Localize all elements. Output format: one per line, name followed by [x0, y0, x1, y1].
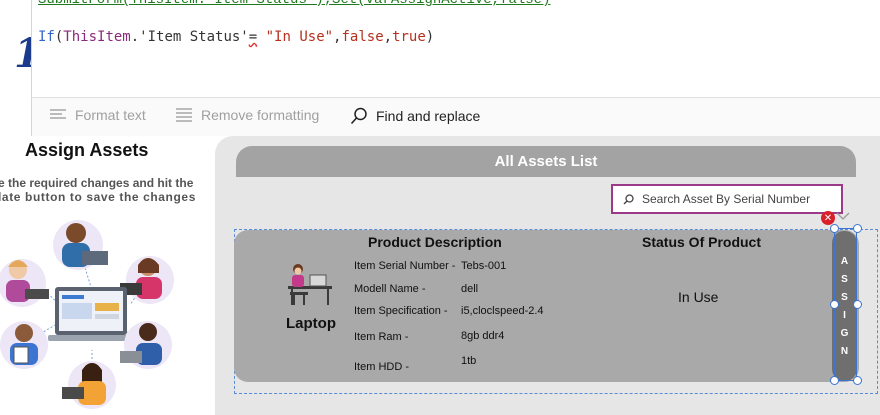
- team-illustration: [0, 220, 174, 409]
- status-value: In Use: [678, 289, 719, 305]
- formula-previous-line: SubmitForm(ThisItem.'Item Status');Set(v…: [38, 0, 551, 8]
- app-root: 1 SubmitForm(ThisItem.'Item Status');Set…: [0, 0, 880, 415]
- product-description-header: Product Description: [368, 234, 502, 250]
- formula-editor[interactable]: SubmitForm(ThisItem.'Item Status');Set(v…: [31, 0, 880, 98]
- instructions-line-1: e the required changes and hit the: [0, 176, 194, 190]
- search-icon: [350, 107, 367, 125]
- search-input[interactable]: [642, 192, 822, 206]
- laptop-user-icon: [288, 264, 332, 305]
- spec-label: Item Specification -: [354, 305, 448, 317]
- formula-toolbar: Format text Remove formatting Find and r…: [31, 98, 880, 136]
- formula-false: false: [341, 29, 384, 45]
- formula-context: ThisItem: [63, 29, 131, 45]
- ram-label: Item Ram -: [354, 331, 409, 343]
- remove-formatting-button[interactable]: Remove formatting: [175, 107, 319, 123]
- formula-string: "In Use": [257, 29, 334, 45]
- instructions-text: e the required changes and hit the late …: [0, 176, 196, 204]
- resize-handle[interactable]: [830, 224, 839, 233]
- ram-value: 8gb ddr4: [461, 330, 505, 342]
- assets-list-header: All Assets List: [236, 146, 856, 177]
- formula-comma: ,: [383, 29, 393, 45]
- spec-value: i5,cloclspeed-2.4: [461, 305, 544, 317]
- resize-handle[interactable]: [853, 224, 862, 233]
- find-replace-label: Find and replace: [376, 108, 481, 124]
- hdd-value: 1tb: [461, 355, 477, 367]
- hdd-label: Item HDD -: [354, 361, 409, 373]
- asset-card[interactable]: [234, 230, 859, 382]
- status-header: Status Of Product: [642, 234, 762, 250]
- formula-operator: =: [248, 29, 258, 45]
- formula-function: If: [38, 29, 55, 45]
- search-icon: [623, 193, 634, 204]
- resize-handle[interactable]: [830, 300, 839, 309]
- model-value: dell: [461, 283, 479, 295]
- formula-paren: ): [425, 29, 435, 45]
- resize-handle[interactable]: [853, 376, 862, 385]
- find-replace-button[interactable]: Find and replace: [350, 107, 480, 125]
- format-text-button[interactable]: Format text: [49, 107, 146, 123]
- serial-value: Tebs-001: [461, 260, 507, 272]
- resize-handle[interactable]: [830, 376, 839, 385]
- asset-category: Laptop: [286, 315, 336, 332]
- formula-text[interactable]: If(ThisItem.'Item Status'= "In Use",fals…: [38, 29, 434, 45]
- format-text-icon: [50, 109, 66, 119]
- format-text-label: Format text: [75, 107, 146, 123]
- remove-formatting-label: Remove formatting: [201, 107, 320, 123]
- remove-formatting-icon: [176, 108, 192, 122]
- formula-field: .'Item Status': [130, 29, 249, 45]
- instructions-line-2: late button to save the changes: [0, 190, 196, 204]
- chevron-down-icon[interactable]: [836, 212, 850, 220]
- page-title: Assign Assets: [25, 140, 149, 160]
- resize-handle[interactable]: [853, 300, 862, 309]
- error-icon[interactable]: ✕: [821, 211, 835, 225]
- formula-true: true: [392, 29, 426, 45]
- serial-label: Item Serial Number -: [354, 260, 456, 272]
- model-label: Modell Name -: [354, 283, 426, 295]
- search-field[interactable]: [611, 184, 843, 214]
